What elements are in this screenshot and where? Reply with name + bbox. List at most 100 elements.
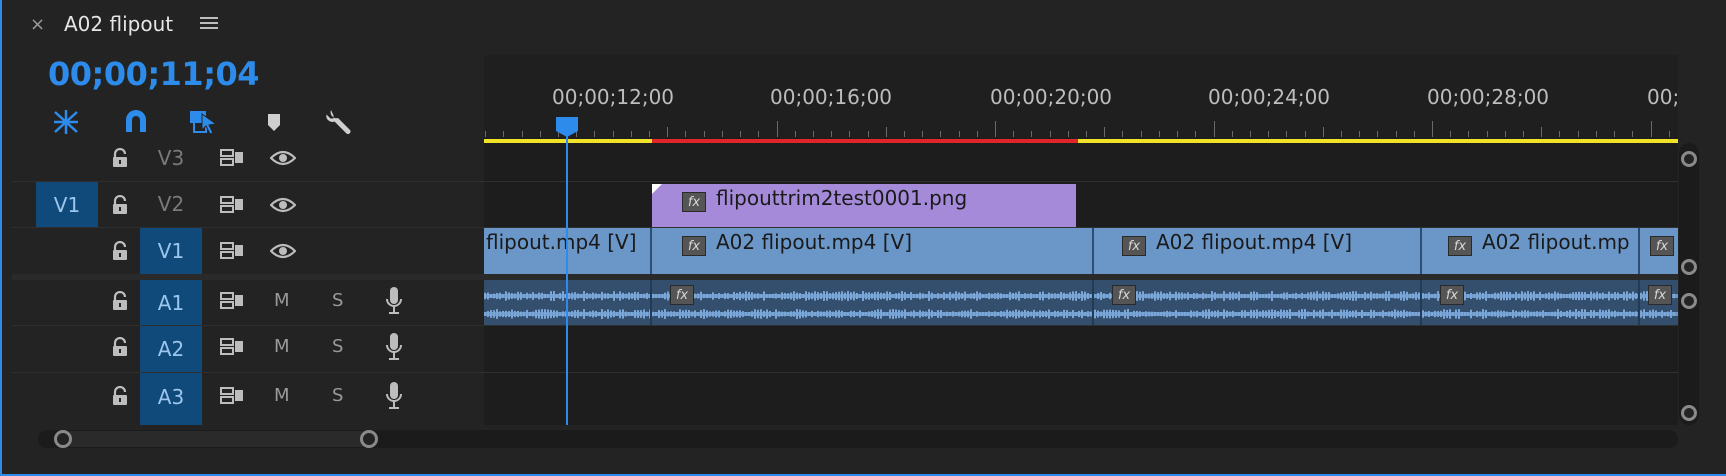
audio-waveform bbox=[1422, 305, 1638, 319]
sync-lock-icon[interactable] bbox=[218, 332, 246, 362]
horizontal-scrollbar[interactable] bbox=[38, 430, 1678, 448]
ruler-tick bbox=[1505, 131, 1506, 137]
vertical-scroll-handle-top[interactable] bbox=[1681, 151, 1697, 167]
ruler-tick bbox=[594, 131, 595, 137]
solo-button[interactable]: S bbox=[332, 336, 343, 357]
track-target-a1[interactable]: A1 bbox=[140, 280, 202, 325]
voiceover-mic-icon[interactable] bbox=[382, 330, 406, 364]
ruler-label: 00;00;16;00 bbox=[770, 85, 893, 109]
timeline-settings-wrench-icon[interactable] bbox=[324, 107, 356, 137]
add-marker-icon[interactable] bbox=[258, 107, 290, 137]
voiceover-mic-icon[interactable] bbox=[382, 379, 406, 413]
clip-video[interactable]: fx A02 flipout.mp bbox=[1422, 228, 1640, 274]
vertical-scroll-handle-bottom[interactable] bbox=[1681, 259, 1697, 275]
track-v2: V1 V2 fx flipouttrim2test0001.png bbox=[12, 182, 1678, 227]
ruler-label: 00; bbox=[1647, 85, 1678, 109]
ruler-tick bbox=[1305, 131, 1306, 137]
panel-title[interactable]: A02 flipout bbox=[64, 12, 173, 36]
track-output-eye-icon[interactable] bbox=[268, 236, 298, 266]
solo-button[interactable]: S bbox=[332, 385, 343, 406]
clip-audio[interactable]: fx bbox=[1640, 280, 1678, 325]
close-panel-button[interactable]: × bbox=[30, 14, 45, 35]
clip-name: A02 flipout.mp bbox=[1482, 230, 1630, 254]
clip-audio[interactable]: fx bbox=[1094, 280, 1422, 325]
track-name-v3: V3 bbox=[157, 146, 185, 170]
time-ruler[interactable]: 00;00;12;00 00;00;16;00 00;00;20;00 00;0… bbox=[484, 55, 1678, 143]
sync-lock-icon[interactable] bbox=[218, 190, 246, 220]
clip-name: A02 flipout.mp4 [V] bbox=[1156, 230, 1352, 254]
panel-menu-icon[interactable] bbox=[200, 14, 218, 30]
ruler-tick bbox=[922, 131, 923, 137]
ruler-tick bbox=[1614, 131, 1615, 137]
track-lock-icon[interactable] bbox=[108, 143, 132, 173]
track-v1: V1 flipout.mp4 [V] fx A02 flipout.mp4 [V… bbox=[12, 228, 1678, 274]
clip-video[interactable]: flipout.mp4 [V] bbox=[484, 228, 652, 274]
insert-overwrite-icon[interactable] bbox=[50, 107, 82, 137]
ruler-tick bbox=[904, 131, 905, 137]
ruler-tick bbox=[1596, 131, 1597, 137]
ruler-tick bbox=[1432, 121, 1433, 137]
playhead-timecode[interactable]: 00;00;11;04 bbox=[48, 55, 260, 93]
vertical-scroll-handle-bottom[interactable] bbox=[1681, 405, 1697, 421]
mute-button[interactable]: M bbox=[274, 290, 290, 311]
clip-audio[interactable]: fx bbox=[652, 280, 1094, 325]
ruler-tick bbox=[813, 131, 814, 137]
ruler-tick bbox=[1559, 131, 1560, 137]
fx-badge: fx bbox=[1448, 236, 1472, 256]
clip-video[interactable]: fx bbox=[1640, 228, 1678, 274]
track-area: V3 V1 V2 fx flipouttrim2test0001.png V1 … bbox=[12, 143, 1678, 425]
ruler-tick bbox=[1468, 131, 1469, 137]
clip-still-image[interactable]: fx flipouttrim2test0001.png bbox=[652, 184, 1076, 227]
ruler-tick bbox=[1177, 131, 1178, 137]
sync-lock-icon[interactable] bbox=[218, 381, 246, 411]
ruler-tick bbox=[1450, 131, 1451, 137]
vertical-scroll-handle-top[interactable] bbox=[1681, 293, 1697, 309]
zoom-handle-left[interactable] bbox=[54, 430, 72, 448]
voiceover-mic-icon[interactable] bbox=[382, 284, 406, 318]
track-name-v2: V2 bbox=[157, 192, 185, 216]
ruler-tick bbox=[613, 131, 614, 137]
track-target-a3[interactable]: A3 bbox=[140, 373, 202, 425]
mute-button[interactable]: M bbox=[274, 385, 290, 406]
ruler-tick bbox=[540, 131, 541, 137]
track-target-v1[interactable]: V1 bbox=[140, 228, 202, 274]
track-output-eye-icon[interactable] bbox=[268, 143, 298, 173]
clip-video[interactable]: fx A02 flipout.mp4 [V] bbox=[652, 228, 1094, 274]
ruler-tick bbox=[1669, 131, 1670, 137]
track-lock-icon[interactable] bbox=[108, 332, 132, 362]
solo-button[interactable]: S bbox=[332, 290, 343, 311]
ruler-tick bbox=[522, 131, 523, 137]
track-lock-icon[interactable] bbox=[108, 236, 132, 266]
clip-audio[interactable]: fx bbox=[1422, 280, 1640, 325]
ruler-tick bbox=[795, 131, 796, 137]
source-patch-v1[interactable]: V1 bbox=[36, 182, 98, 227]
sync-lock-icon[interactable] bbox=[218, 286, 246, 316]
track-target-a2[interactable]: A2 bbox=[140, 326, 202, 372]
playhead-line[interactable] bbox=[566, 118, 568, 425]
playhead-handle[interactable] bbox=[555, 116, 579, 138]
ruler-tick bbox=[631, 131, 632, 137]
track-lock-icon[interactable] bbox=[108, 381, 132, 411]
ruler-tick bbox=[1250, 131, 1251, 137]
snap-magnet-icon[interactable] bbox=[120, 107, 152, 137]
sync-lock-icon[interactable] bbox=[218, 236, 246, 266]
ruler-tick bbox=[959, 131, 960, 137]
zoom-handle-right[interactable] bbox=[360, 430, 378, 448]
clip-video[interactable]: fx A02 flipout.mp4 [V] bbox=[1094, 228, 1422, 274]
ruler-tick bbox=[1050, 131, 1051, 137]
clip-audio[interactable] bbox=[484, 280, 652, 325]
mute-button[interactable]: M bbox=[274, 336, 290, 357]
track-output-eye-icon[interactable] bbox=[268, 190, 298, 220]
timeline-panel: × A02 flipout 00;00;11;04 00;00;12;00 00… bbox=[0, 0, 1726, 476]
horizontal-scroll-thumb[interactable] bbox=[64, 431, 374, 447]
track-lock-icon[interactable] bbox=[108, 190, 132, 220]
track-a2: A2 M S bbox=[12, 326, 1678, 372]
sync-lock-icon[interactable] bbox=[218, 143, 246, 173]
ruler-label: 00;00;12;00 bbox=[552, 85, 675, 109]
ruler-tick bbox=[1523, 131, 1524, 137]
track-lock-icon[interactable] bbox=[108, 286, 132, 316]
linked-selection-icon[interactable] bbox=[188, 107, 220, 137]
audio-waveform bbox=[1094, 287, 1420, 301]
vertical-scrollbar[interactable] bbox=[1679, 143, 1699, 425]
ruler-tick bbox=[485, 131, 486, 137]
